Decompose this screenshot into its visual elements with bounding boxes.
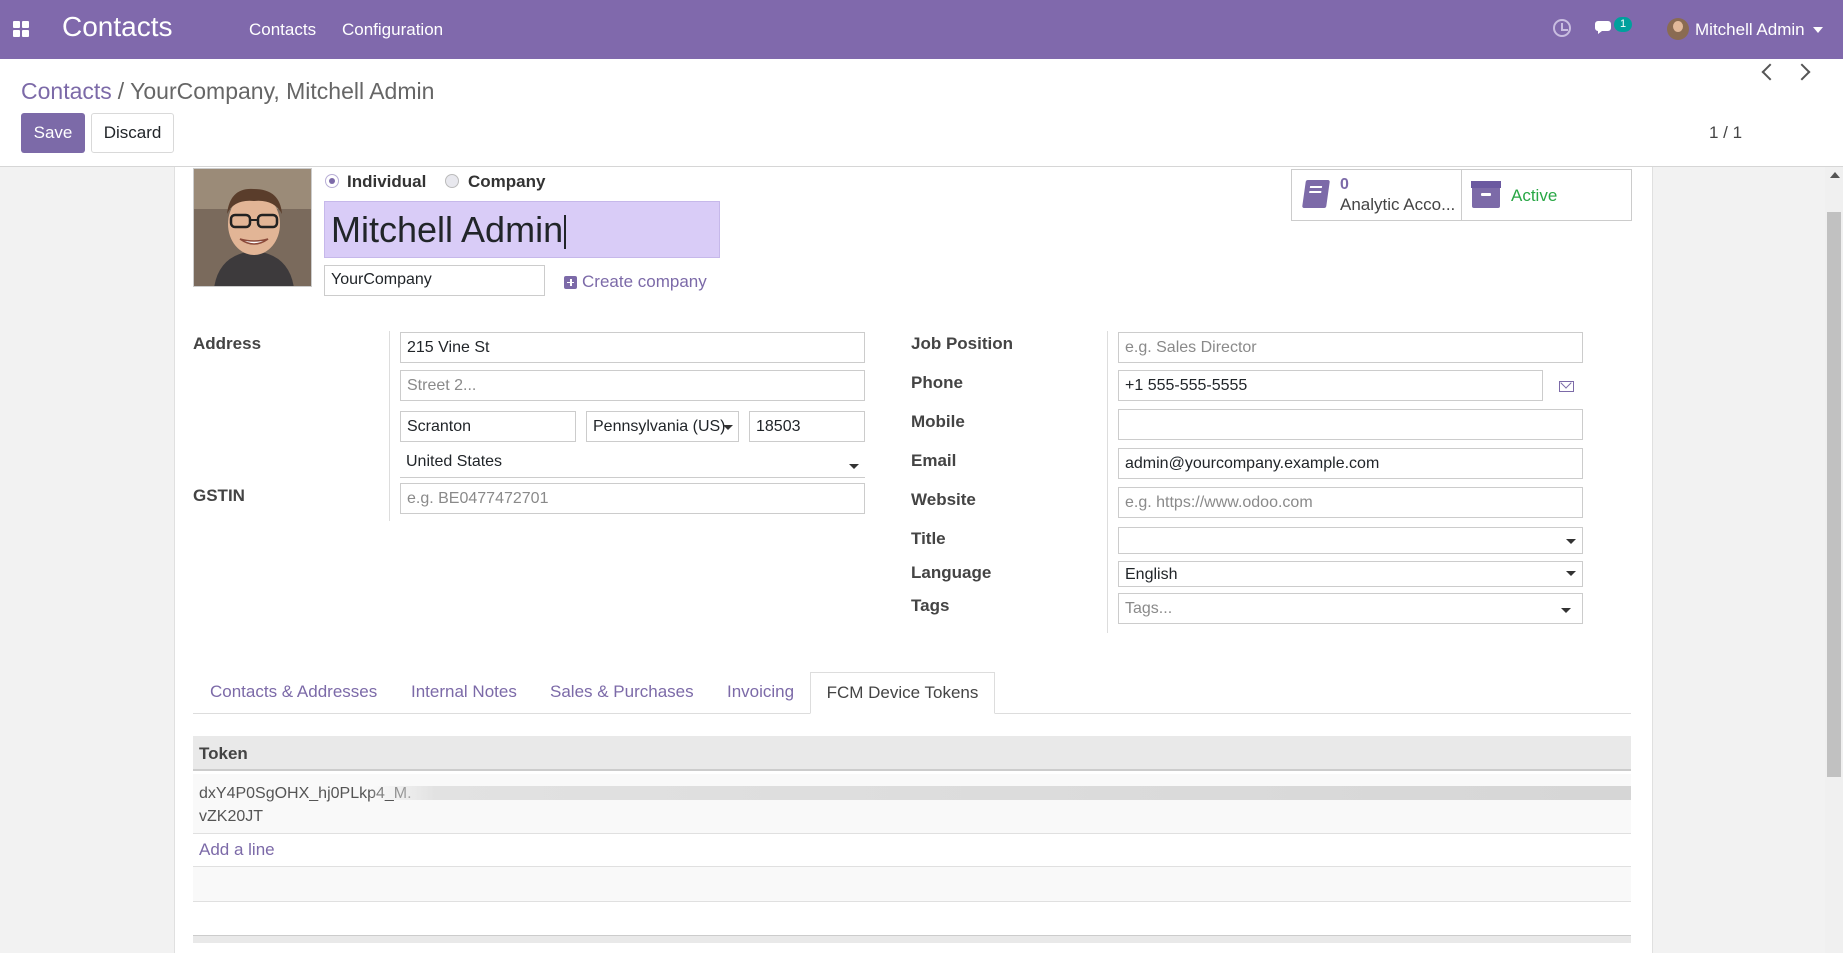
tab-fcm-device-tokens[interactable]: FCM Device Tokens [810, 672, 995, 714]
analytic-count: 0 [1340, 176, 1349, 193]
email-label: Email [911, 451, 957, 470]
tab-invoicing[interactable]: Invoicing [727, 682, 794, 702]
parent-company-input[interactable]: YourCompany [324, 265, 545, 296]
website-input[interactable]: e.g. https://www.odoo.com [1118, 487, 1583, 518]
email-input[interactable]: admin@yourcompany.example.com [1118, 448, 1583, 479]
state-select[interactable]: Pennsylvania (US) [586, 411, 739, 442]
save-button[interactable]: Save [21, 113, 85, 153]
breadcrumb-separator: / [117, 78, 125, 104]
menu-configuration[interactable]: Configuration [342, 20, 443, 40]
apps-grid-icon[interactable] [13, 21, 29, 37]
radio-company[interactable] [445, 174, 459, 188]
scroll-up-arrow-icon[interactable] [1830, 172, 1840, 178]
scrollbar-thumb[interactable] [1827, 212, 1841, 777]
breadcrumb-current: YourCompany, Mitchell Admin [130, 78, 435, 104]
phone-label: Phone [911, 373, 963, 392]
title-select[interactable] [1118, 527, 1583, 554]
top-navbar: Contacts Contacts Configuration 1 Mitche… [0, 0, 1843, 59]
table-header: Token [193, 736, 1631, 771]
create-company-button[interactable]: Create company [564, 272, 707, 292]
tab-contacts-addresses[interactable]: Contacts & Addresses [210, 682, 377, 702]
title-label: Title [911, 529, 946, 548]
caret-down-icon[interactable] [1813, 27, 1823, 33]
chat-badge: 1 [1614, 17, 1632, 32]
zip-input[interactable]: 18503 [749, 411, 865, 442]
plus-square-icon [564, 275, 577, 289]
active-toggle-button[interactable]: Active [1461, 169, 1632, 221]
radio-company-label[interactable]: Company [468, 172, 545, 192]
tab-internal-notes[interactable]: Internal Notes [411, 682, 517, 702]
row-divider [193, 901, 1631, 902]
control-panel: Contacts / YourCompany, Mitchell Admin Sav… [0, 59, 1843, 167]
address-label: Address [193, 334, 262, 353]
contact-name-input[interactable]: Mitchell Admin [324, 201, 720, 258]
sms-envelope-icon[interactable] [1559, 381, 1574, 392]
menu-contacts[interactable]: Contacts [249, 20, 316, 40]
contact-photo[interactable] [193, 168, 312, 287]
clock-icon[interactable] [1553, 19, 1571, 37]
add-line-button[interactable]: Add a line [199, 840, 275, 860]
breadcrumb-root[interactable]: Contacts [21, 78, 112, 104]
avatar[interactable] [1667, 18, 1689, 40]
column-token[interactable]: Token [199, 744, 248, 764]
empty-table-row [193, 867, 1631, 901]
language-label: Language [911, 563, 992, 582]
language-caret-icon [1566, 571, 1576, 576]
breadcrumb: Contacts / YourCompany, Mitchell Admin [21, 78, 434, 105]
job-position-input[interactable]: e.g. Sales Director [1118, 332, 1583, 363]
tab-sales-purchases[interactable]: Sales & Purchases [550, 682, 694, 702]
pager-value[interactable]: 1 / 1 [1709, 123, 1742, 143]
tags-input[interactable]: Tags... [1118, 593, 1583, 624]
tags-caret-icon [1561, 608, 1571, 613]
tags-label: Tags [911, 596, 950, 615]
user-menu-name[interactable]: Mitchell Admin [1695, 20, 1805, 40]
chat-icon[interactable] [1595, 19, 1615, 35]
gstin-label: GSTIN [193, 486, 245, 505]
website-label: Website [911, 490, 976, 509]
gstin-input[interactable]: e.g. BE0477472701 [400, 483, 865, 514]
city-input[interactable]: Scranton [400, 411, 576, 442]
street-input[interactable]: 215 Vine St [400, 332, 865, 363]
radio-individual[interactable] [325, 174, 339, 188]
job-position-label: Job Position [911, 334, 1013, 353]
state-caret-icon [723, 425, 733, 430]
analytic-accounts-button[interactable]: 0 Analytic Acco... [1291, 169, 1462, 221]
radio-individual-label[interactable]: Individual [347, 172, 426, 192]
phone-input[interactable]: +1 555-555-5555 [1118, 370, 1543, 401]
token-text-end: vZK20JT [199, 808, 264, 825]
app-title[interactable]: Contacts [62, 11, 173, 43]
token-overflow-fade [373, 786, 1631, 800]
country-select[interactable]: United States [400, 447, 865, 478]
mobile-input[interactable] [1118, 409, 1583, 440]
street2-input[interactable]: Street 2... [400, 370, 865, 401]
language-select[interactable]: English [1118, 561, 1583, 587]
left-group-separator [389, 331, 390, 521]
table-row[interactable]: dxY4P0SgOHX_hj0PLkp4_M. vZK20JT [193, 774, 1631, 834]
country-caret-icon [849, 464, 859, 469]
analytic-label: Analytic Acco... [1340, 195, 1456, 214]
title-caret-icon [1566, 539, 1576, 544]
mobile-label: Mobile [911, 412, 965, 431]
right-group-separator [1107, 331, 1108, 633]
table-footer [193, 935, 1631, 943]
active-label: Active [1511, 186, 1558, 205]
book-icon [1302, 180, 1330, 208]
discard-button[interactable]: Discard [91, 113, 174, 153]
archive-icon [1471, 181, 1501, 208]
create-company-label: Create company [582, 272, 707, 291]
